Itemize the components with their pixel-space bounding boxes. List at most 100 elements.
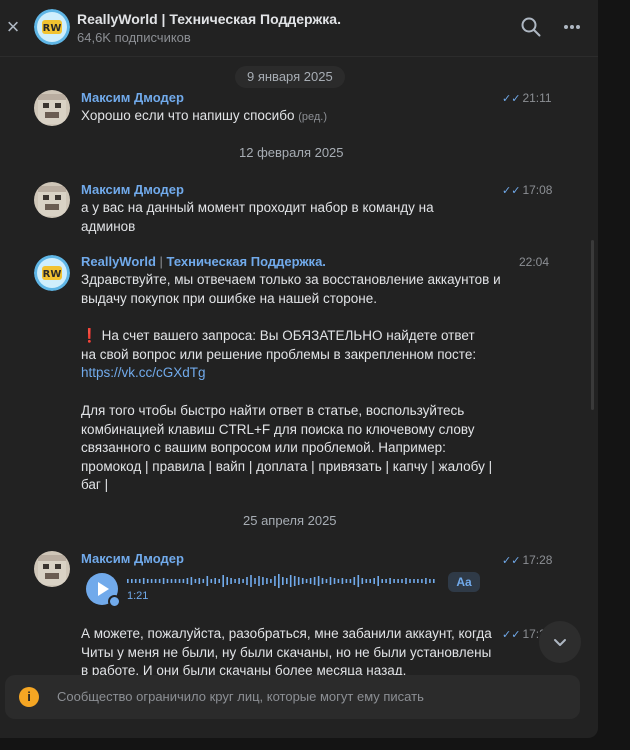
waveform-bar bbox=[194, 579, 197, 583]
message-author[interactable]: Максим Дмодер bbox=[81, 90, 184, 105]
waveform-bar bbox=[425, 578, 427, 584]
waveform-bar bbox=[301, 578, 304, 584]
message-time: ✓✓ 21:11 bbox=[502, 91, 552, 105]
message-text: Здравствуйте, мы отвечаем только за восс… bbox=[81, 272, 501, 306]
waveform-bar bbox=[397, 579, 399, 583]
waveform-bar bbox=[353, 577, 356, 585]
scrollbar[interactable] bbox=[591, 240, 594, 410]
voice-duration: 1:21 bbox=[127, 590, 149, 602]
waveform-bar bbox=[297, 577, 300, 585]
waveform-bar bbox=[246, 577, 248, 585]
scroll-down-button[interactable] bbox=[539, 621, 581, 663]
read-ticks-icon: ✓✓ bbox=[502, 555, 521, 567]
waveform-bar bbox=[369, 579, 371, 583]
svg-text:RW: RW bbox=[43, 23, 62, 34]
close-icon[interactable]: × bbox=[4, 16, 22, 38]
waveform-bar bbox=[186, 578, 189, 584]
message-text: а у вас на данный момент проходит набор … bbox=[81, 200, 434, 234]
subscriber-count: 64,6K подписчиков bbox=[77, 30, 191, 45]
waveform-bar bbox=[238, 578, 240, 584]
message-text: А можете, пожалуйста, разобраться, мне з… bbox=[81, 626, 492, 678]
waveform-bar bbox=[198, 578, 201, 584]
waveform-bar bbox=[242, 579, 244, 583]
waveform-bar bbox=[138, 579, 141, 583]
waveform-bar bbox=[405, 578, 407, 584]
read-ticks-icon: ✓✓ bbox=[502, 93, 521, 105]
waveform-bar bbox=[178, 579, 181, 583]
waveform-bar bbox=[226, 577, 228, 585]
waveform-bar bbox=[234, 579, 236, 583]
waveform-bar bbox=[190, 577, 193, 585]
community-avatar[interactable]: RW bbox=[34, 255, 70, 291]
waveform-bar bbox=[166, 579, 169, 583]
user-avatar[interactable] bbox=[34, 551, 70, 587]
notice-text: Сообщество ограничило круг лиц, которые … bbox=[57, 689, 424, 704]
user-avatar[interactable] bbox=[34, 182, 70, 218]
info-icon: i bbox=[19, 687, 39, 707]
message-text: Хорошо если что напишу спосибо (ред.) bbox=[81, 108, 328, 123]
waveform-bar bbox=[250, 575, 252, 587]
voice-waveform[interactable] bbox=[127, 573, 437, 589]
waveform-bar bbox=[417, 579, 419, 583]
waveform-bar bbox=[154, 579, 157, 583]
message-link[interactable]: https://vk.cc/cGXdTg bbox=[81, 364, 511, 383]
waveform-bar bbox=[214, 578, 216, 584]
waveform-bar bbox=[357, 575, 360, 587]
waveform-bar bbox=[317, 576, 320, 586]
restriction-notice: i Сообщество ограничило круг лиц, которы… bbox=[5, 675, 580, 719]
community-avatar[interactable]: RW bbox=[34, 9, 70, 45]
waveform-bar bbox=[222, 575, 224, 587]
waveform-bar bbox=[349, 579, 352, 583]
waveform-bar bbox=[433, 579, 435, 583]
waveform-bar bbox=[150, 579, 153, 583]
read-ticks-icon: ✓✓ bbox=[502, 185, 521, 197]
waveform-bar bbox=[341, 578, 344, 584]
read-ticks-icon: ✓✓ bbox=[502, 629, 521, 641]
waveform-bar bbox=[258, 576, 260, 586]
message-author[interactable]: Максим Дмодер bbox=[81, 551, 184, 566]
waveform-bar bbox=[289, 575, 292, 587]
waveform-bar bbox=[158, 579, 161, 583]
waveform-bar bbox=[389, 578, 391, 584]
waveform-bar bbox=[401, 579, 403, 583]
waveform-bar bbox=[182, 579, 185, 583]
message-text: ❗ На счет вашего запроса: Вы ОБЯЗАТЕЛЬНО… bbox=[81, 328, 477, 362]
waveform-bar bbox=[309, 578, 312, 584]
waveform-bar bbox=[377, 576, 379, 586]
waveform-bar bbox=[385, 579, 387, 583]
message-author[interactable]: Максим Дмодер bbox=[81, 182, 184, 197]
message-time: ✓✓ 17:08 bbox=[502, 183, 553, 197]
more-icon[interactable] bbox=[561, 17, 583, 37]
waveform-bar bbox=[210, 579, 213, 583]
transcribe-button[interactable]: Aa bbox=[448, 572, 480, 592]
waveform-bar bbox=[218, 579, 220, 583]
waveform-bar bbox=[321, 578, 324, 584]
waveform-bar bbox=[282, 577, 284, 585]
waveform-bar bbox=[421, 579, 423, 583]
waveform-bar bbox=[254, 578, 256, 584]
message-author[interactable]: ReallyWorld | Техническая Поддержка. bbox=[81, 254, 326, 269]
waveform-bar bbox=[333, 578, 336, 584]
waveform-bar bbox=[286, 578, 288, 584]
waveform-bar bbox=[365, 579, 368, 583]
message-time: 22:04 bbox=[519, 255, 550, 269]
search-icon[interactable] bbox=[520, 16, 542, 38]
waveform-bar bbox=[174, 579, 177, 583]
waveform-bar bbox=[293, 576, 296, 586]
chat-title[interactable]: ReallyWorld | Техническая Поддержка. bbox=[77, 11, 341, 27]
waveform-bar bbox=[206, 576, 209, 586]
waveform-bar bbox=[313, 577, 316, 585]
chevron-down-icon bbox=[554, 639, 566, 646]
svg-text:RW: RW bbox=[43, 269, 62, 280]
unplayed-dot-icon bbox=[108, 595, 121, 608]
exclamation-icon: ❗ bbox=[81, 328, 98, 343]
message-text: Для того чтобы быстро найти ответ в стат… bbox=[81, 403, 493, 492]
waveform-bar bbox=[429, 579, 431, 583]
chat-header: × RW ReallyWorld | Техническая Поддержка… bbox=[0, 0, 598, 57]
waveform-bar bbox=[393, 579, 395, 583]
user-avatar[interactable] bbox=[34, 90, 70, 126]
waveform-bar bbox=[409, 579, 411, 583]
waveform-bar bbox=[381, 579, 383, 583]
date-separator: 25 апреля 2025 bbox=[243, 513, 337, 528]
chat-window: × RW ReallyWorld | Техническая Поддержка… bbox=[0, 0, 598, 738]
